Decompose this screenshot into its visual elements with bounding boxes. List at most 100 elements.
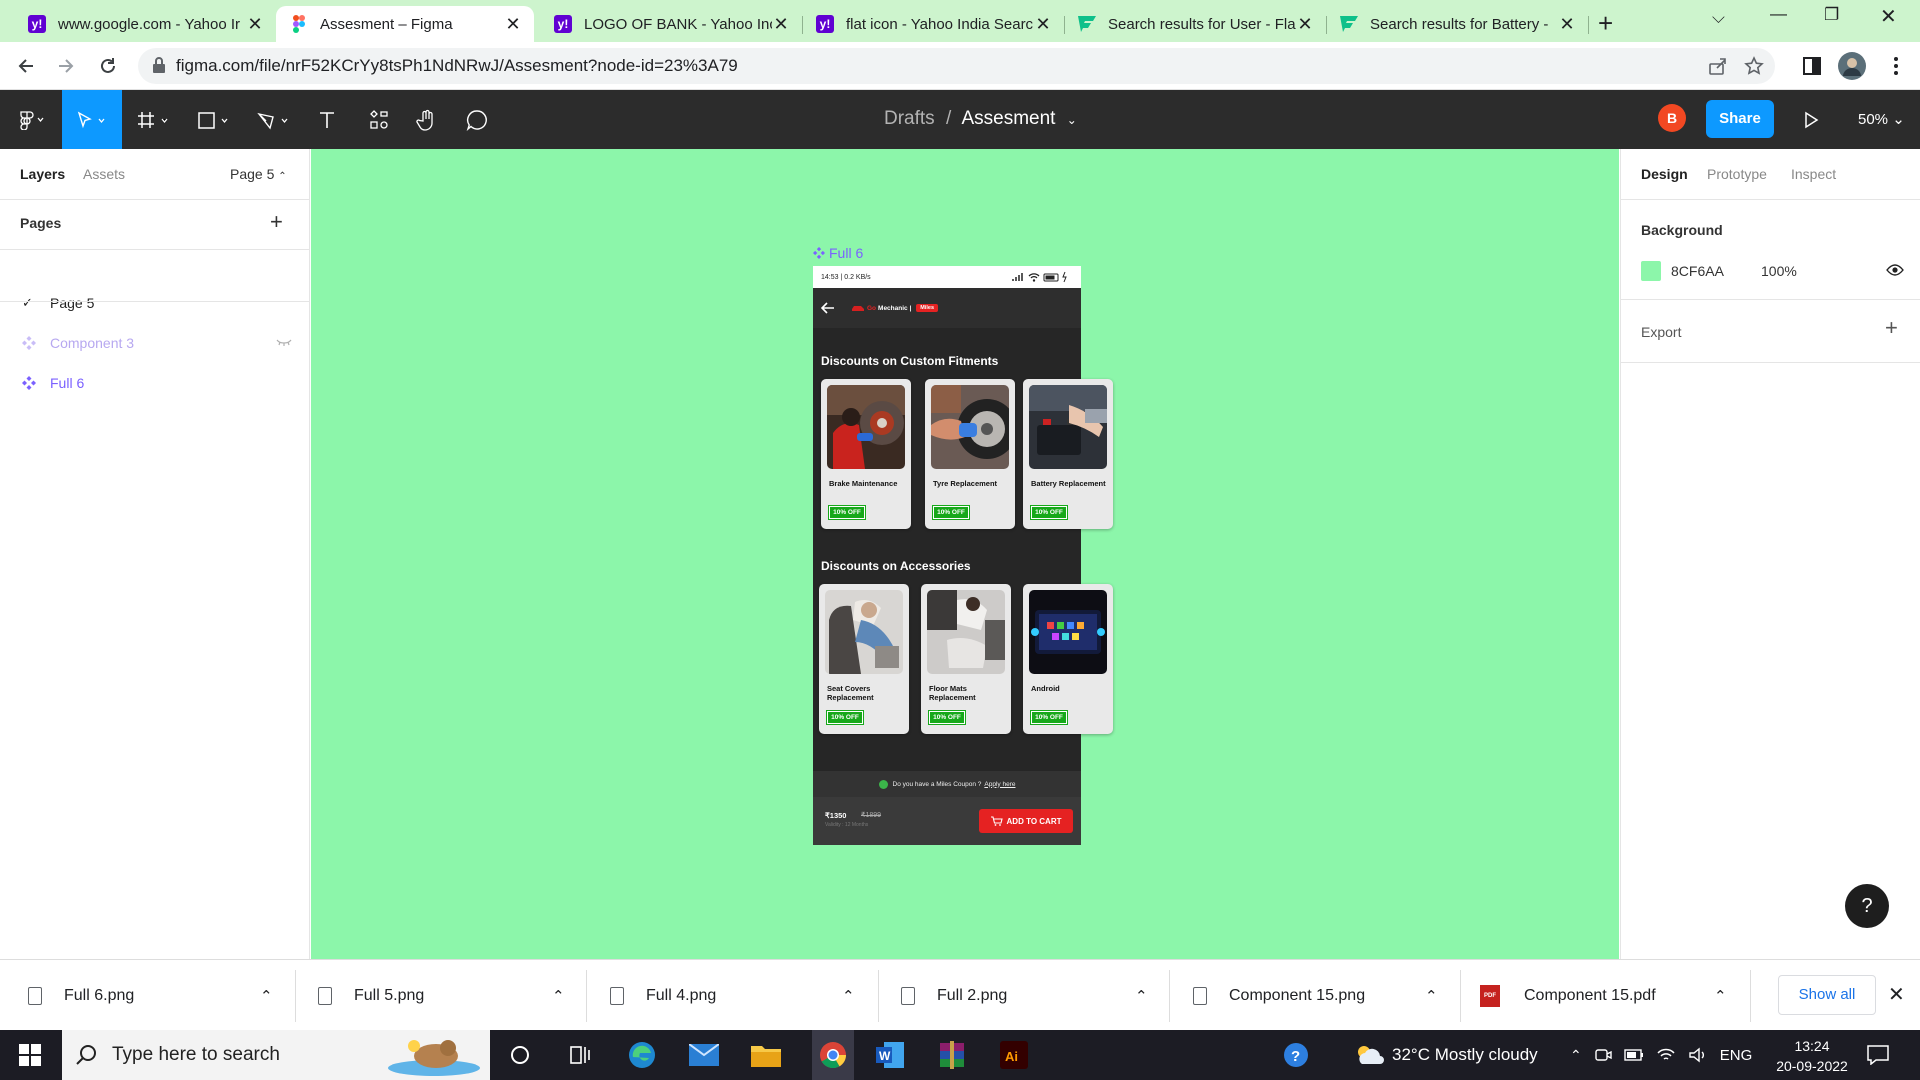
- eye-icon[interactable]: [1886, 263, 1904, 277]
- tab-logo-of-bank[interactable]: y! LOGO OF BANK - Yahoo Inc ✕: [540, 6, 803, 42]
- clock[interactable]: 13:24 20-09-2022: [1772, 1036, 1852, 1076]
- back-arrow-icon[interactable]: [821, 302, 835, 314]
- notification-icon[interactable]: [1862, 1039, 1894, 1071]
- pen-tool-button[interactable]: [250, 90, 302, 149]
- card-battery-replacement[interactable]: Battery Replacement 10% OFF: [1023, 379, 1113, 529]
- mail-icon[interactable]: [688, 1039, 720, 1071]
- breadcrumb-drafts[interactable]: Drafts: [884, 108, 935, 129]
- background-hex[interactable]: 8CF6AA: [1671, 263, 1724, 279]
- card-tyre-replacement[interactable]: Tyre Replacement 10% OFF: [925, 379, 1015, 529]
- side-panel-button[interactable]: [1796, 50, 1828, 82]
- tab-search-user[interactable]: Search results for User - Fla ✕: [1064, 6, 1327, 42]
- help-tips-icon[interactable]: ?: [1280, 1039, 1312, 1071]
- layer-row-full6[interactable]: Full 6: [0, 363, 310, 403]
- bookmark-star-icon[interactable]: [1744, 56, 1764, 76]
- file-name[interactable]: Assesment: [961, 108, 1055, 129]
- add-to-cart-button[interactable]: ADD TO CART: [979, 809, 1073, 833]
- wifi-icon[interactable]: [1656, 1047, 1676, 1063]
- close-icon[interactable]: ✕: [504, 14, 522, 35]
- illustrator-icon[interactable]: Ai: [998, 1039, 1030, 1071]
- input-language[interactable]: ENG: [1720, 1047, 1753, 1064]
- winrar-icon[interactable]: [936, 1039, 968, 1071]
- meet-now-icon[interactable]: [1594, 1047, 1612, 1063]
- download-item-full5[interactable]: Full 5.png ⌃: [318, 960, 580, 1031]
- design-canvas[interactable]: Full 6 14:53 | 0.2 KB/s Go Mechanic | Mil…: [311, 149, 1619, 959]
- tab-assets[interactable]: Assets: [83, 166, 125, 182]
- page-row-page5[interactable]: ✓ Page 5: [0, 283, 310, 323]
- move-tool-button[interactable]: [62, 90, 122, 149]
- background-opacity[interactable]: 100%: [1761, 263, 1797, 279]
- close-icon[interactable]: ✕: [1034, 14, 1052, 35]
- share-page-icon[interactable]: [1708, 56, 1728, 76]
- chevron-down-icon[interactable]: ⌄: [1067, 113, 1077, 127]
- url-field[interactable]: figma.com/file/nrF52KCrYy8tsPh1NdNRwJ/As…: [138, 48, 1775, 84]
- card-floor-mats[interactable]: Floor Mats Replacement 10% OFF: [921, 584, 1011, 734]
- shape-tool-button[interactable]: [190, 90, 242, 149]
- chevron-up-icon[interactable]: ⌃: [552, 987, 565, 1005]
- page-selector[interactable]: Page 5 ⌃: [230, 166, 287, 182]
- close-icon[interactable]: ✕: [246, 14, 264, 35]
- share-button[interactable]: Share: [1706, 100, 1774, 138]
- windows-start-icon[interactable]: [14, 1039, 46, 1071]
- close-icon[interactable]: ✕: [772, 14, 790, 35]
- add-page-icon[interactable]: +: [270, 209, 283, 235]
- close-downloads-icon[interactable]: ✕: [1888, 982, 1905, 1007]
- chevron-up-icon[interactable]: ⌃: [842, 987, 855, 1005]
- full6-frame[interactable]: 14:53 | 0.2 KB/s Go Mechanic | Miles Disc…: [813, 266, 1113, 845]
- frame-label[interactable]: Full 6: [813, 245, 863, 261]
- tab-prototype[interactable]: Prototype: [1707, 166, 1767, 182]
- task-view-icon[interactable]: [564, 1039, 596, 1071]
- card-brake-maintenance[interactable]: Brake Maintenance 10% OFF: [821, 379, 911, 529]
- download-item-full6[interactable]: Full 6.png ⌃: [28, 960, 290, 1031]
- new-tab-button[interactable]: +: [1598, 8, 1613, 39]
- restore-button[interactable]: ❐: [1824, 5, 1839, 25]
- hand-tool-button[interactable]: [410, 90, 444, 149]
- background-swatch[interactable]: [1641, 261, 1661, 281]
- user-avatar[interactable]: B: [1658, 104, 1686, 132]
- card-android[interactable]: Android 10% OFF: [1023, 584, 1113, 734]
- edge-icon[interactable]: [626, 1039, 658, 1071]
- back-button[interactable]: [10, 50, 42, 82]
- apply-coupon-link[interactable]: Apply here: [984, 781, 1015, 788]
- chevron-up-icon[interactable]: ⌃: [1425, 987, 1438, 1005]
- download-item-full4[interactable]: Full 4.png ⌃: [610, 960, 872, 1031]
- zoom-level[interactable]: 50% ⌄: [1858, 110, 1905, 128]
- tab-figma-assesment[interactable]: Assesment – Figma ✕: [276, 6, 534, 42]
- taskbar-search-box[interactable]: Type here to search: [62, 1030, 490, 1080]
- main-menu-button[interactable]: [0, 90, 62, 149]
- chrome-icon[interactable]: [812, 1030, 854, 1080]
- minimize-button[interactable]: —: [1770, 4, 1787, 24]
- file-explorer-icon[interactable]: [750, 1039, 782, 1071]
- battery-icon[interactable]: [1624, 1048, 1644, 1062]
- cortana-icon[interactable]: [504, 1039, 536, 1071]
- tab-google-yahoo[interactable]: y! www.google.com - Yahoo Ir ✕: [14, 6, 277, 42]
- close-icon[interactable]: ✕: [1296, 14, 1314, 35]
- profile-avatar[interactable]: [1836, 50, 1868, 82]
- weather-widget[interactable]: 32°C Mostly cloudy: [1354, 1030, 1538, 1080]
- chevron-up-icon[interactable]: ⌃: [1135, 987, 1148, 1005]
- tab-layers[interactable]: Layers: [20, 166, 65, 182]
- speaker-icon[interactable]: [1688, 1047, 1708, 1063]
- forward-button[interactable]: [50, 50, 82, 82]
- present-button[interactable]: [1792, 90, 1830, 149]
- tab-inspect[interactable]: Inspect: [1791, 166, 1836, 182]
- layer-row-component3[interactable]: Component 3: [0, 323, 310, 363]
- resources-tool-button[interactable]: [362, 90, 396, 149]
- tab-search-chevron-icon[interactable]: ⌵: [1712, 8, 1725, 28]
- tab-design[interactable]: Design: [1641, 166, 1688, 182]
- close-icon[interactable]: ✕: [1558, 14, 1576, 35]
- help-button[interactable]: ?: [1845, 884, 1889, 928]
- reload-button[interactable]: [92, 50, 124, 82]
- chevron-up-icon[interactable]: ⌃: [260, 987, 273, 1005]
- comment-tool-button[interactable]: [460, 90, 494, 149]
- chevron-up-icon[interactable]: ⌃: [1714, 987, 1727, 1005]
- download-item-full2[interactable]: Full 2.png ⌃: [901, 960, 1163, 1031]
- frame-tool-button[interactable]: [130, 90, 182, 149]
- download-item-component15-png[interactable]: Component 15.png ⌃: [1193, 960, 1455, 1031]
- eye-hidden-icon[interactable]: [276, 338, 292, 348]
- add-export-icon[interactable]: +: [1885, 315, 1898, 341]
- tab-search-battery[interactable]: Search results for Battery - ✕: [1326, 6, 1589, 42]
- chevron-up-icon[interactable]: ⌃: [1570, 1047, 1582, 1064]
- download-item-component15-pdf[interactable]: PDF Component 15.pdf ⌃: [1480, 960, 1742, 1031]
- card-seat-covers[interactable]: Seat Covers Replacement 10% OFF: [819, 584, 909, 734]
